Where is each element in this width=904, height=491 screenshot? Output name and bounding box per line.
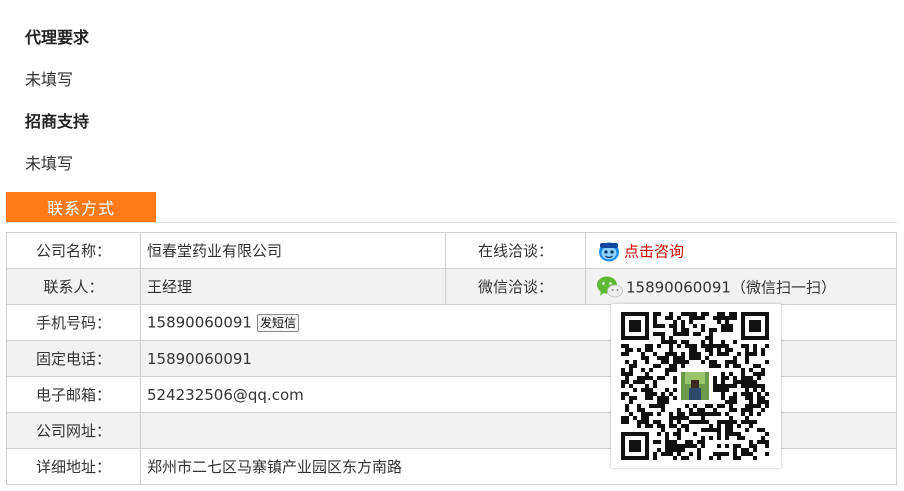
tab-underline — [6, 222, 897, 223]
mobile-value: 15890060091 — [147, 313, 252, 332]
wechat-number: 15890060091（微信扫一扫） — [626, 278, 836, 296]
company-value: 恒春堂药业有限公司 — [140, 232, 446, 269]
address-label: 详细地址： — [6, 448, 141, 485]
table-row: 公司名称： 恒春堂药业有限公司 在线洽谈： 点击咨询 — [6, 232, 897, 269]
qq-chat-icon[interactable] — [598, 240, 620, 262]
send-sms-button[interactable]: 发短信 — [256, 313, 299, 332]
agent-requirement-text: 未填写 — [25, 70, 74, 89]
agent-requirement-heading: 代理要求 — [25, 28, 90, 47]
merchant-support-text: 未填写 — [25, 154, 74, 173]
wechat-chat-cell: 15890060091（微信扫一扫） — [585, 268, 897, 305]
contact-person-value: 王经理 — [140, 268, 446, 305]
wechat-icon[interactable] — [596, 275, 624, 299]
online-consult-link[interactable]: 点击咨询 — [624, 242, 684, 260]
company-label: 公司名称： — [6, 232, 141, 269]
website-label: 公司网址： — [6, 412, 141, 449]
wechat-qr-code — [621, 312, 769, 460]
merchant-support-heading: 招商支持 — [25, 112, 90, 131]
email-label: 电子邮箱： — [6, 376, 141, 413]
mobile-label: 手机号码： — [6, 304, 141, 341]
table-row: 联系人： 王经理 微信洽谈： 15890060091（微信扫一扫） — [6, 268, 897, 305]
contact-person-label: 联系人： — [6, 268, 141, 305]
website-value[interactable] — [140, 412, 897, 449]
wechat-chat-label: 微信洽谈： — [445, 268, 586, 305]
mobile-cell: 15890060091 发短信 — [140, 304, 897, 341]
online-chat-label: 在线洽谈： — [445, 232, 586, 269]
landline-value: 15890060091 — [140, 340, 897, 377]
online-chat-cell: 点击咨询 — [585, 232, 897, 269]
contact-tab[interactable]: 联系方式 — [6, 192, 156, 222]
landline-label: 固定电话： — [6, 340, 141, 377]
address-value: 郑州市二七区马寨镇产业园区东方南路 — [140, 448, 897, 485]
email-value: 524232506@qq.com — [140, 376, 897, 413]
wechat-qr-popup — [611, 304, 781, 468]
